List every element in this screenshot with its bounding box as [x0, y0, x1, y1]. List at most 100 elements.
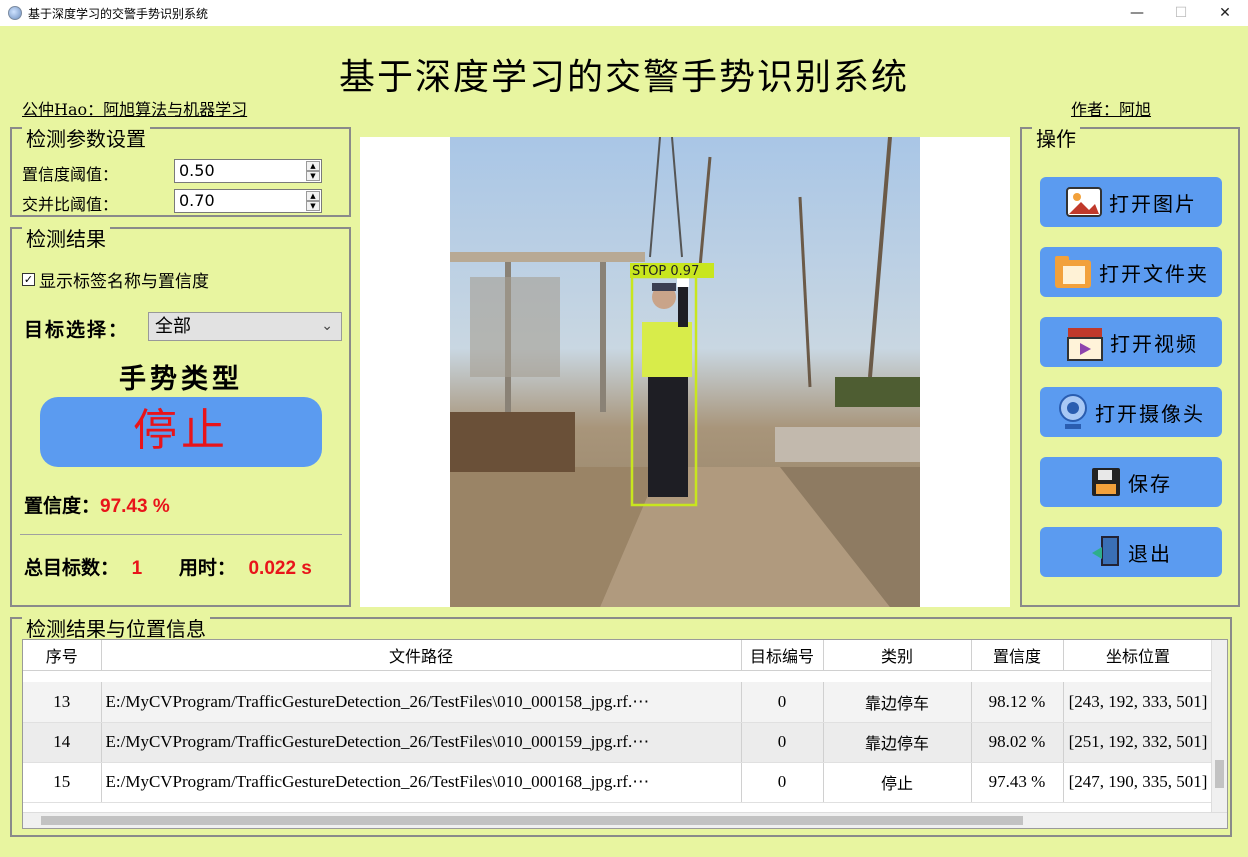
- params-group: 检测参数设置 置信度阈值： 0.50 ▲ ▼ 交并比阈值： 0.70 ▲ ▼: [10, 127, 351, 217]
- row-class: 靠边停车: [823, 682, 972, 723]
- time-value: 0.022 s: [248, 558, 312, 579]
- row-index: 15: [23, 762, 102, 803]
- result-group: 检测结果 ✓ 显示标签名称与置信度 目标选择： 全部 ⌄ 手势类型 停止 置信度…: [10, 227, 351, 607]
- author-note: 作者：阿旭: [1071, 100, 1152, 119]
- bbox-label: STOP 0.97: [632, 264, 699, 279]
- totals-row: 总目标数： 1 用时： 0.022 s: [24, 553, 312, 580]
- open-video-label: 打开视频: [1110, 331, 1198, 356]
- open-video-button[interactable]: 打开视频: [1040, 317, 1222, 367]
- app-title: 基于深度学习的交警手势识别系统: [338, 57, 909, 98]
- total-targets-label: 总目标数：: [24, 557, 120, 579]
- results-table-group: 检测结果与位置信息 序号 文件路径 目标编号 类别 置信度 坐标位置 13 E:…: [10, 617, 1232, 837]
- maximize-button[interactable]: ☐: [1158, 0, 1204, 26]
- checkbox-checked-icon: ✓: [22, 273, 35, 286]
- iou-threshold-spinbox[interactable]: 0.70 ▲ ▼: [174, 189, 322, 213]
- floppy-disk-icon: [1090, 466, 1122, 498]
- exit-label: 退出: [1128, 541, 1172, 566]
- show-labels-checkbox[interactable]: ✓ 显示标签名称与置信度: [22, 267, 209, 292]
- app-icon: [8, 6, 22, 20]
- results-table[interactable]: 序号 文件路径 目标编号 类别 置信度 坐标位置 13 E:/MyCVProgr…: [22, 639, 1228, 829]
- minimize-button[interactable]: —: [1114, 0, 1160, 26]
- row-path: E:/MyCVProgram/TrafficGestureDetection_2…: [101, 722, 742, 763]
- gesture-type-label: 手势类型: [119, 364, 243, 395]
- divider: [20, 534, 342, 535]
- row-path: E:/MyCVProgram/TrafficGestureDetection_2…: [101, 682, 742, 723]
- row-confidence: 98.12 %: [971, 682, 1064, 723]
- window-title: 基于深度学习的交警手势识别系统: [28, 6, 209, 21]
- vertical-scrollbar[interactable]: [1211, 640, 1227, 814]
- horizontal-scroll-thumb[interactable]: [41, 816, 1023, 825]
- column-header-class[interactable]: 类别: [823, 640, 972, 671]
- open-folder-button[interactable]: 打开文件夹: [1040, 247, 1222, 297]
- open-folder-label: 打开文件夹: [1099, 261, 1209, 286]
- detection-photo: STOP 0.97: [450, 137, 920, 607]
- confidence-value: 97.43 %: [100, 496, 170, 517]
- save-button[interactable]: 保存: [1040, 457, 1222, 507]
- spin-down-icon[interactable]: ▼: [306, 201, 320, 211]
- window-titlebar: 基于深度学习的交警手势识别系统 — ☐ ✕: [0, 0, 1248, 26]
- total-targets-value: 1: [131, 558, 143, 579]
- target-select-value: 全部: [155, 316, 191, 337]
- table-row[interactable]: 15 E:/MyCVProgram/TrafficGestureDetectio…: [23, 762, 1214, 803]
- operations-group: 操作 打开图片 打开文件夹 打开视频 打开摄像头 保存 退出: [1020, 127, 1240, 607]
- image-icon: [1065, 186, 1103, 218]
- spin-up-icon[interactable]: ▲: [306, 191, 320, 201]
- gesture-result-display: 停止: [40, 397, 322, 467]
- spin-up-icon[interactable]: ▲: [306, 161, 320, 171]
- target-select[interactable]: 全部 ⌄: [148, 312, 342, 341]
- image-display: STOP 0.97: [360, 137, 1010, 607]
- show-labels-label: 显示标签名称与置信度: [39, 272, 209, 292]
- confidence-threshold-value: 0.50: [179, 161, 215, 180]
- video-icon: [1064, 322, 1104, 362]
- iou-threshold-value: 0.70: [179, 191, 215, 210]
- close-button[interactable]: ✕: [1202, 0, 1248, 26]
- wechat-note: 公仲Hao：阿旭算法与机器学习: [22, 100, 248, 119]
- row-confidence: 97.43 %: [971, 762, 1064, 803]
- row-coordinates: [247, 190, 335, 501]: [1063, 762, 1214, 803]
- exit-door-icon: [1090, 535, 1122, 569]
- params-group-title: 检测参数设置: [22, 127, 150, 151]
- iou-threshold-label: 交并比阈值：: [22, 195, 119, 214]
- horizontal-scrollbar[interactable]: [23, 812, 1227, 828]
- row-confidence: 98.02 %: [971, 722, 1064, 763]
- operations-group-title: 操作: [1032, 127, 1080, 151]
- open-image-label: 打开图片: [1109, 191, 1197, 216]
- confidence-threshold-label: 置信度阈值：: [22, 165, 119, 184]
- table-row[interactable]: [23, 670, 1213, 682]
- result-group-title: 检测结果: [22, 227, 110, 251]
- row-coordinates: [251, 192, 332, 501]: [1063, 722, 1214, 763]
- scene-illustration: STOP 0.97: [450, 137, 920, 607]
- column-header-target-id[interactable]: 目标编号: [741, 640, 824, 671]
- row-index: 14: [23, 722, 102, 763]
- table-row[interactable]: 13 E:/MyCVProgram/TrafficGestureDetectio…: [23, 682, 1214, 723]
- row-path: E:/MyCVProgram/TrafficGestureDetection_2…: [101, 762, 742, 803]
- results-table-title: 检测结果与位置信息: [22, 617, 210, 641]
- folder-icon: [1053, 252, 1093, 292]
- row-target-id: 0: [741, 682, 824, 723]
- row-class: 停止: [823, 762, 972, 803]
- row-class: 靠边停车: [823, 722, 972, 763]
- spin-down-icon[interactable]: ▼: [306, 171, 320, 181]
- confidence-threshold-spinbox[interactable]: 0.50 ▲ ▼: [174, 159, 322, 183]
- row-target-id: 0: [741, 722, 824, 763]
- vertical-scroll-thumb[interactable]: [1215, 760, 1224, 788]
- save-label: 保存: [1128, 471, 1172, 496]
- open-image-button[interactable]: 打开图片: [1040, 177, 1222, 227]
- table-row[interactable]: 14 E:/MyCVProgram/TrafficGestureDetectio…: [23, 722, 1214, 763]
- row-target-id: 0: [741, 762, 824, 803]
- column-header-confidence[interactable]: 置信度: [971, 640, 1064, 671]
- row-coordinates: [243, 192, 333, 501]: [1063, 682, 1214, 723]
- column-header-coordinates[interactable]: 坐标位置: [1063, 640, 1214, 671]
- chevron-down-icon: ⌄: [321, 318, 333, 334]
- column-header-path[interactable]: 文件路径: [101, 640, 742, 671]
- confidence-label: 置信度：: [24, 495, 101, 517]
- target-select-label: 目标选择：: [24, 319, 130, 341]
- confidence-row: 置信度：97.43 %: [24, 491, 170, 518]
- column-header-index[interactable]: 序号: [23, 640, 102, 671]
- row-index: 13: [23, 682, 102, 723]
- exit-button[interactable]: 退出: [1040, 527, 1222, 577]
- open-camera-label: 打开摄像头: [1095, 401, 1205, 426]
- webcam-icon: [1057, 392, 1089, 432]
- time-label: 用时：: [178, 557, 236, 579]
- open-camera-button[interactable]: 打开摄像头: [1040, 387, 1222, 437]
